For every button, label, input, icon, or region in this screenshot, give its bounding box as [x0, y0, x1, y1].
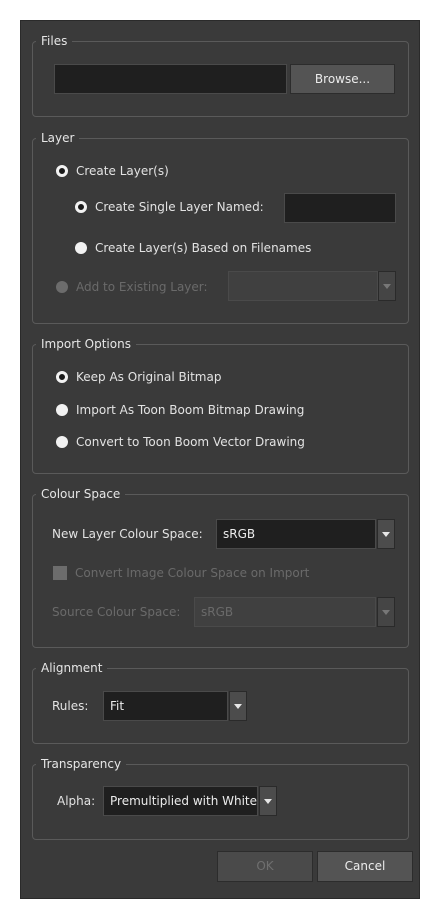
add-existing-layer-radio[interactable]: Add to Existing Layer: [56, 278, 208, 296]
alignment-group: Alignment Rules: Fit [32, 660, 409, 744]
single-layer-name-input[interactable] [284, 193, 396, 223]
files-legend: Files [36, 33, 73, 49]
file-path-field[interactable] [54, 64, 287, 94]
alignment-legend: Alignment [36, 660, 108, 676]
checkbox-disabled-icon [53, 566, 67, 580]
layer-legend: Layer [36, 130, 80, 146]
create-single-layer-label: Create Single Layer Named: [95, 200, 264, 214]
alignment-rules-dropdown-arrow-icon[interactable] [229, 691, 247, 721]
keep-original-bitmap-label: Keep As Original Bitmap [76, 370, 222, 384]
browse-button[interactable]: Browse... [290, 64, 395, 94]
import-options-legend: Import Options [36, 336, 136, 352]
colour-space-group: Colour Space New Layer Colour Space: sRG… [32, 486, 409, 648]
alpha-dropdown-arrow-icon[interactable] [259, 786, 277, 816]
source-colour-space-dropdown-arrow-icon[interactable] [377, 597, 395, 627]
create-layers-radio[interactable]: Create Layer(s) [56, 162, 169, 180]
new-layer-colour-space-label: New Layer Colour Space: [52, 527, 203, 541]
alpha-select[interactable]: Premultiplied with White [103, 786, 258, 816]
import-images-dialog: Files Browse... Layer Create Layer(s) Cr… [20, 20, 420, 899]
transparency-group: Transparency Alpha: Premultiplied with W… [32, 756, 409, 840]
import-options-group: Import Options Keep As Original Bitmap I… [32, 336, 409, 474]
files-group: Files Browse... [32, 33, 409, 117]
new-layer-colour-space-dropdown-arrow-icon[interactable] [377, 519, 395, 549]
radio-selected-icon [75, 201, 87, 213]
import-toon-boom-bitmap-label: Import As Toon Boom Bitmap Drawing [76, 403, 305, 417]
create-layers-label: Create Layer(s) [76, 164, 169, 178]
radio-unselected-icon [56, 436, 68, 448]
source-colour-space-label: Source Colour Space: [52, 605, 181, 619]
create-layers-from-filenames-label: Create Layer(s) Based on Filenames [95, 241, 312, 255]
layer-group: Layer Create Layer(s) Create Single Laye… [32, 130, 409, 324]
new-layer-colour-space-select[interactable]: sRGB [216, 519, 376, 549]
create-layers-from-filenames-radio[interactable]: Create Layer(s) Based on Filenames [75, 239, 311, 257]
radio-unselected-icon [75, 242, 87, 254]
radio-disabled-icon [56, 281, 68, 293]
convert-colour-space-label: Convert Image Colour Space on Import [75, 566, 310, 580]
rules-label: Rules: [52, 699, 89, 713]
transparency-legend: Transparency [36, 756, 127, 772]
existing-layer-select[interactable] [228, 271, 378, 301]
cancel-button[interactable]: Cancel [317, 851, 413, 882]
convert-colour-space-checkbox[interactable]: Convert Image Colour Space on Import [53, 564, 309, 582]
colour-space-legend: Colour Space [36, 486, 126, 502]
alignment-rules-select[interactable]: Fit [103, 691, 228, 721]
keep-original-bitmap-radio[interactable]: Keep As Original Bitmap [56, 368, 221, 386]
convert-vector-drawing-label: Convert to Toon Boom Vector Drawing [76, 435, 305, 449]
radio-selected-icon [56, 371, 68, 383]
import-toon-boom-bitmap-radio[interactable]: Import As Toon Boom Bitmap Drawing [56, 401, 304, 419]
radio-selected-icon [56, 165, 68, 177]
add-existing-layer-label: Add to Existing Layer: [76, 280, 208, 294]
ok-button[interactable]: OK [217, 851, 313, 882]
existing-layer-dropdown-arrow-icon[interactable] [378, 271, 396, 301]
source-colour-space-select[interactable]: sRGB [194, 597, 376, 627]
create-single-layer-radio[interactable]: Create Single Layer Named: [75, 198, 264, 216]
convert-vector-drawing-radio[interactable]: Convert to Toon Boom Vector Drawing [56, 433, 305, 451]
alpha-label: Alpha: [57, 794, 96, 808]
radio-unselected-icon [56, 404, 68, 416]
